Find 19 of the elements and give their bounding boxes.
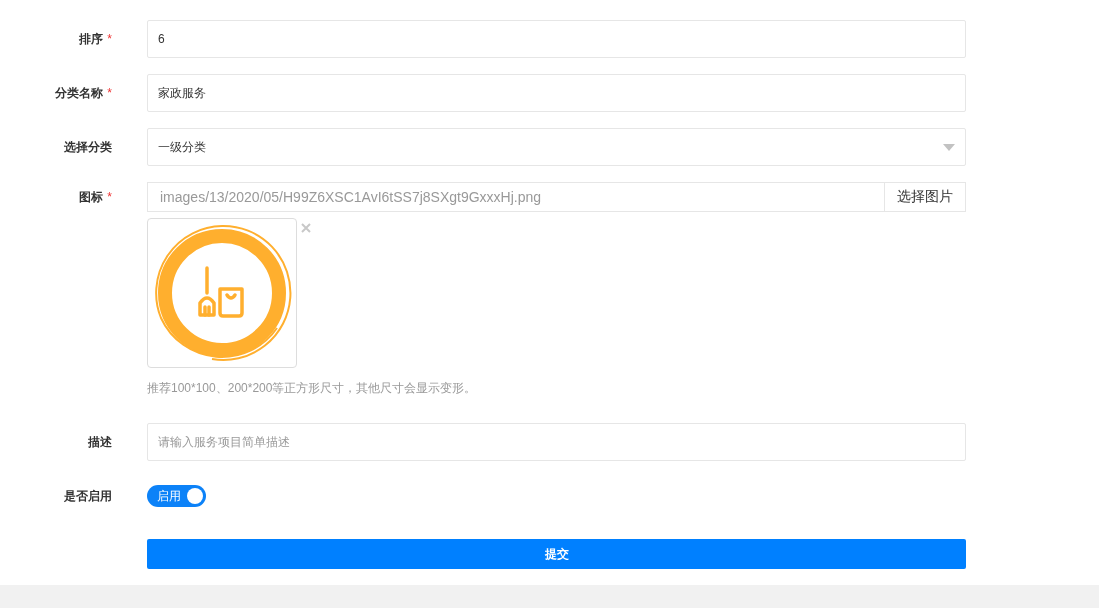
text-field[interactable]: 6 [147,20,966,58]
submit-button[interactable]: 提交 [147,539,966,569]
field-label: 分类名称 [55,86,104,100]
text-field[interactable]: 家政服务 [147,74,966,112]
hint-text: 推荐100*100、200*200等正方形尺寸，其他尺寸会显示变形。 [147,380,478,397]
required-mark: * [107,190,112,204]
field-label: 选择分类 [64,140,112,154]
text-field[interactable]: 请输入服务项目简单描述 [147,423,966,461]
field-label: 描述 [88,435,112,449]
caret-icon [943,143,955,151]
choose-image-button[interactable]: 选择图片 [884,182,966,212]
required-mark: * [107,86,112,100]
category-dropdown[interactable]: 一级分类 [147,128,966,166]
enable-toggle[interactable]: 启用 [147,485,206,507]
close-icon[interactable] [301,223,311,233]
field-label: 是否启用 [64,489,112,503]
field-label: 图标 [79,190,104,204]
field-label: 排序 [79,32,104,46]
required-mark: * [107,32,112,46]
